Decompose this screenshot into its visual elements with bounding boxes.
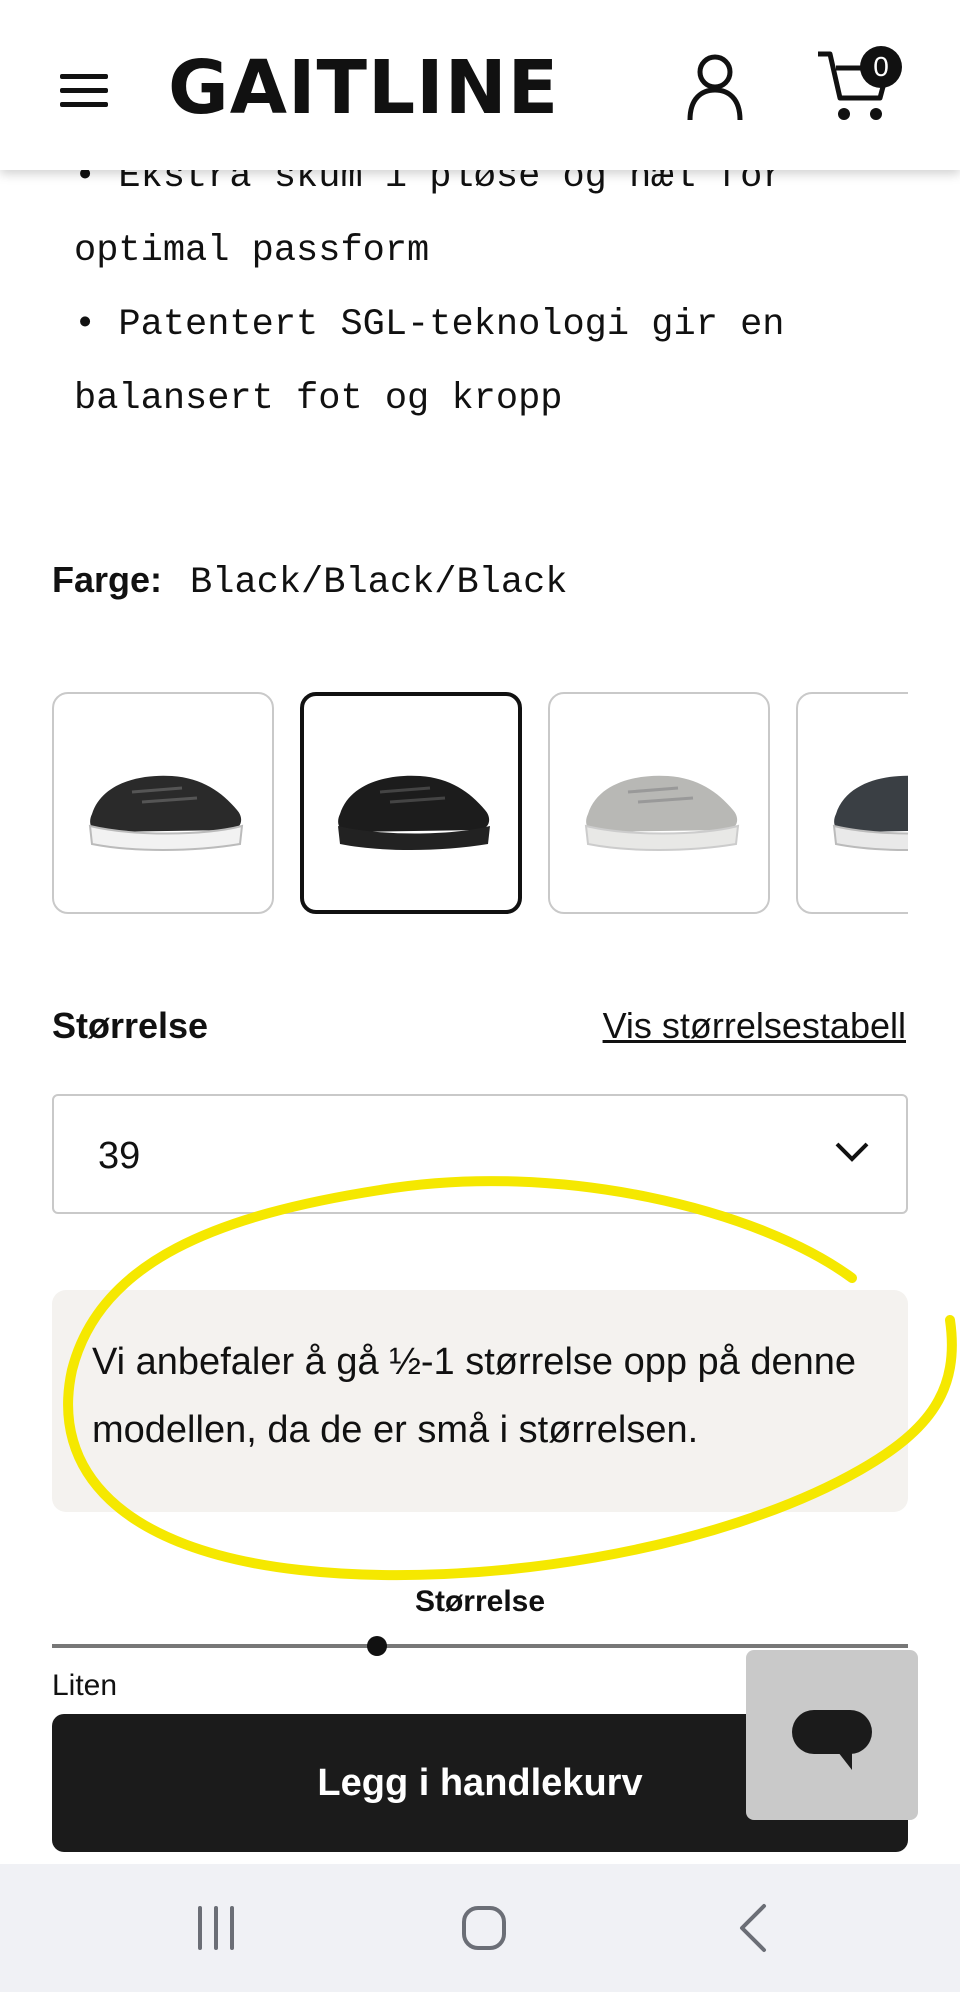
chat-bubble-icon xyxy=(792,1710,872,1770)
fit-scale-title: Størrelse xyxy=(414,1585,546,1618)
color-row: Farge: Black/Black/Black xyxy=(52,554,568,609)
site-logo[interactable]: GAITLINE xyxy=(168,48,559,128)
system-navigation-bar xyxy=(0,1864,960,1992)
back-icon[interactable] xyxy=(724,1898,784,1958)
shoe-image xyxy=(584,775,740,851)
shoe-image xyxy=(338,775,490,850)
chevron-down-icon xyxy=(835,1142,869,1162)
account-icon[interactable] xyxy=(686,52,744,122)
recent-apps-icon[interactable] xyxy=(186,1898,246,1958)
description-line: • Patentert SGL-teknologi gir en xyxy=(74,304,785,346)
shoe-image xyxy=(832,775,908,851)
fit-scale-marker xyxy=(367,1636,388,1656)
color-swatch-dark-mint[interactable] xyxy=(796,692,908,914)
color-label: Farge: xyxy=(52,559,163,600)
size-selected-value: 39 xyxy=(98,1135,141,1177)
hamburger-menu-icon[interactable] xyxy=(60,70,110,112)
shoe-image xyxy=(88,775,244,851)
fit-scale-track xyxy=(52,1644,908,1648)
product-description: • Ekstra skum i pløse og hæl for optimal… xyxy=(74,140,874,436)
color-swatch-black-black[interactable] xyxy=(300,692,522,914)
site-header: GAITLINE 0 xyxy=(0,0,960,170)
color-value: Black/Black/Black xyxy=(190,562,568,604)
size-chart-link[interactable]: Vis størrelsestabell xyxy=(603,1000,906,1052)
description-line: optimal passform xyxy=(74,230,430,272)
cart-count-badge: 0 xyxy=(860,46,902,88)
size-select[interactable]: 39 xyxy=(52,1094,908,1214)
size-recommendation-text: Vi anbefaler å gå ½-1 størrelse opp på d… xyxy=(92,1341,857,1451)
size-recommendation-box: Vi anbefaler å gå ½-1 størrelse opp på d… xyxy=(52,1290,908,1512)
fit-scale-min-label: Liten xyxy=(52,1669,118,1702)
size-label: Størrelse xyxy=(52,1005,209,1046)
home-icon[interactable] xyxy=(454,1898,514,1958)
description-line: balansert fot og kropp xyxy=(74,378,563,420)
chat-widget-button[interactable] xyxy=(746,1650,918,1820)
color-swatch-black-white[interactable] xyxy=(52,692,274,914)
color-swatch-grey[interactable] xyxy=(548,692,770,914)
color-swatch-list xyxy=(52,692,908,914)
